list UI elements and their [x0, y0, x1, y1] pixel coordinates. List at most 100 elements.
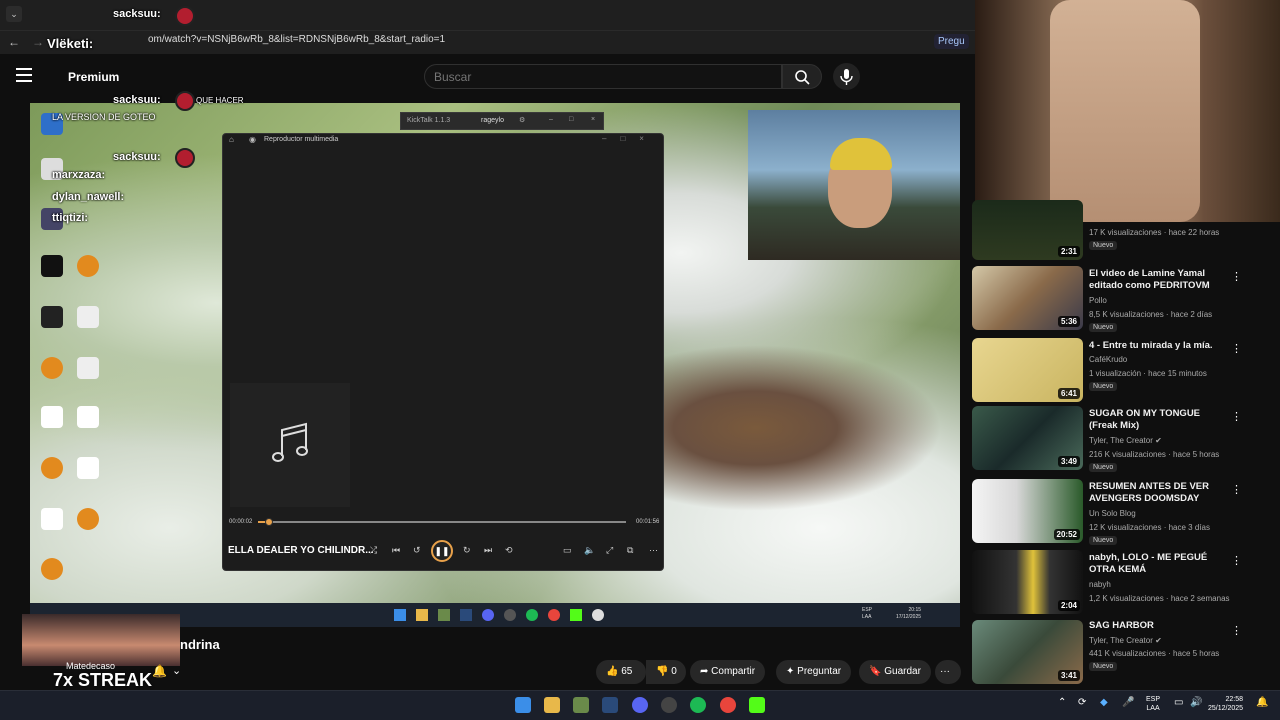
video-title[interactable]: SAG HARBOR: [1089, 620, 1223, 632]
address-bar[interactable]: [0, 30, 980, 54]
video-thumbnail[interactable]: 3:49: [972, 406, 1083, 470]
forward-icon[interactable]: ↻: [463, 545, 471, 556]
minimize-icon[interactable]: –: [549, 116, 553, 123]
recommendation-item[interactable]: 2:31 17 K visualizaciones · hace 22 hora…: [972, 200, 1272, 266]
save-button[interactable]: 🔖 Guardar: [859, 660, 931, 684]
recommendation-item[interactable]: 3:49 SUGAR ON MY TONGUE (Freak Mix) Tyle…: [972, 406, 1272, 472]
fullscreen-icon[interactable]: ⤢: [606, 545, 613, 556]
subtitles-icon[interactable]: ▭: [563, 545, 572, 556]
recommendation-item[interactable]: 3:41 SAG HARBOR Tyler, The Creator ✔ 441…: [972, 620, 1272, 686]
microphone-tray-icon[interactable]: 🎤: [1122, 697, 1134, 708]
settings-icon[interactable]: ⚙: [519, 116, 525, 124]
window-controls[interactable]: –□×: [602, 134, 658, 143]
media-file-icon[interactable]: [70, 406, 106, 430]
search-button[interactable]: [782, 64, 822, 89]
seek-thumb[interactable]: [265, 518, 274, 526]
windows-start-icon[interactable]: [515, 697, 531, 713]
video-title[interactable]: El video de Lamine Yamal editado como PE…: [1089, 268, 1223, 292]
notification-icon[interactable]: 🔔: [1256, 697, 1268, 708]
maximize-icon[interactable]: □: [569, 116, 573, 123]
shuffle-icon[interactable]: ⤮: [370, 545, 377, 556]
back-arrow-icon[interactable]: ←: [8, 35, 20, 49]
video-thumbnail[interactable]: 5:36: [972, 266, 1083, 330]
repeat-icon[interactable]: ⟲: [505, 545, 513, 556]
home-icon[interactable]: ⌂: [229, 135, 234, 144]
chevron-down-icon[interactable]: ⌄: [172, 664, 181, 677]
kick-icon[interactable]: [749, 697, 765, 713]
channel-name[interactable]: nabyh: [1089, 580, 1111, 589]
recommendation-item[interactable]: 5:36 El video de Lamine Yamal editado co…: [972, 266, 1272, 332]
fl-studio-icon[interactable]: [34, 457, 70, 481]
fl-studio-icon[interactable]: [34, 558, 70, 582]
menu-icon[interactable]: [16, 68, 32, 82]
channel-name[interactable]: Tyler, The Creator ✔: [1089, 636, 1162, 645]
video-title[interactable]: SUGAR ON MY TONGUE (Freak Mix): [1089, 408, 1223, 432]
more-vert-icon[interactable]: ⋮: [1231, 270, 1242, 283]
chevron-up-icon[interactable]: ⌃: [1058, 697, 1066, 708]
channel-name[interactable]: Pollo: [1089, 296, 1107, 305]
app-icon[interactable]: [573, 697, 589, 713]
channel-name[interactable]: CaféKrudo: [1089, 355, 1127, 364]
channel-name[interactable]: Un Solo Blog: [1089, 509, 1136, 518]
video-title[interactable]: 4 - Entre tu mirada y la mía.: [1089, 340, 1223, 352]
more-vert-icon[interactable]: ⋮: [1231, 483, 1242, 496]
more-options-icon[interactable]: ⋯: [649, 545, 658, 556]
voice-search-button[interactable]: [833, 63, 860, 90]
video-thumbnail[interactable]: 20:52: [972, 479, 1083, 543]
more-vert-icon[interactable]: ⋮: [1231, 554, 1242, 567]
next-icon[interactable]: ⏭: [484, 545, 492, 556]
file-explorer-icon[interactable]: [544, 697, 560, 713]
system-language[interactable]: ESP LAA: [1146, 695, 1160, 713]
ask-button[interactable]: ✦ Preguntar: [776, 660, 852, 684]
volume-tray-icon[interactable]: 🔊: [1190, 697, 1202, 708]
forward-arrow-icon[interactable]: →: [32, 35, 44, 49]
channel-name[interactable]: Tyler, The Creator ✔: [1089, 436, 1162, 445]
chrome-icon[interactable]: [720, 697, 736, 713]
system-clock[interactable]: 22:58 25/12/2025: [1208, 695, 1243, 713]
discord-icon[interactable]: [632, 697, 648, 713]
more-actions-button[interactable]: ···: [935, 660, 961, 684]
recommendation-item[interactable]: 20:52 RESUMEN ANTES DE VER AVENGERS DOOM…: [972, 479, 1272, 545]
video-title[interactable]: nabyh, LOLO - ME PEGUÉ OTRA KEMÁ: [1089, 552, 1223, 576]
more-vert-icon[interactable]: ⋮: [1231, 624, 1242, 637]
media-file-icon[interactable]: [70, 457, 106, 481]
fl-studio-icon[interactable]: [34, 357, 70, 381]
previous-icon[interactable]: ⏮: [392, 545, 400, 556]
url-text[interactable]: om/watch?v=NSNjB6wRb_8&list=RDNSNjB6wRb_…: [148, 34, 445, 45]
video-thumbnail[interactable]: 2:04: [972, 550, 1083, 614]
seek-bar[interactable]: [258, 521, 626, 523]
rewind-icon[interactable]: ↺: [413, 545, 421, 556]
more-vert-icon[interactable]: ⋮: [1231, 410, 1242, 423]
network-icon[interactable]: ▭: [1174, 697, 1183, 708]
video-title[interactable]: RESUMEN ANTES DE VER AVENGERS DOOMSDAY: [1089, 481, 1223, 505]
app-icon[interactable]: [661, 697, 677, 713]
like-button[interactable]: 👍 65: [596, 660, 646, 684]
share-button[interactable]: ➦ Compartir: [690, 660, 766, 684]
steam-icon[interactable]: [602, 697, 618, 713]
bell-icon[interactable]: 🔔: [152, 664, 167, 678]
recommendation-item[interactable]: 2:04 nabyh, LOLO - ME PEGUÉ OTRA KEMÁ na…: [972, 550, 1272, 616]
search-input[interactable]: [434, 70, 734, 84]
youtube-premium-logo[interactable]: Premium: [68, 70, 119, 84]
video-thumbnail[interactable]: 3:41: [972, 620, 1083, 684]
tray-app-icon[interactable]: ◆: [1100, 697, 1108, 708]
dislike-button[interactable]: 👎 0: [646, 660, 686, 684]
translate-chip[interactable]: Pregu: [934, 34, 969, 49]
tab-search-button[interactable]: ⌄: [6, 6, 22, 22]
more-vert-icon[interactable]: ⋮: [1231, 342, 1242, 355]
fl-studio-icon[interactable]: [70, 255, 106, 279]
media-file-icon[interactable]: [34, 508, 70, 532]
desktop-icon[interactable]: [34, 306, 70, 330]
video-thumbnail[interactable]: 6:41: [972, 338, 1083, 402]
kicktalk-window[interactable]: KickTalk 1.1.3 rageylo ⚙ – □ ×: [400, 112, 604, 130]
volume-icon[interactable]: 🔈: [584, 545, 595, 556]
media-file-icon[interactable]: [34, 406, 70, 430]
fl-studio-icon[interactable]: [70, 508, 106, 532]
recommendation-item[interactable]: 6:41 4 - Entre tu mirada y la mía. CaféK…: [972, 338, 1272, 404]
pause-button[interactable]: ❚❚: [431, 540, 453, 562]
desktop-icon[interactable]: [34, 255, 70, 279]
kicktalk-user[interactable]: rageylo: [481, 117, 504, 124]
miniplayer-icon[interactable]: ⧉: [627, 545, 633, 556]
file-icon[interactable]: [70, 357, 106, 381]
sync-icon[interactable]: ⟳: [1078, 697, 1086, 708]
